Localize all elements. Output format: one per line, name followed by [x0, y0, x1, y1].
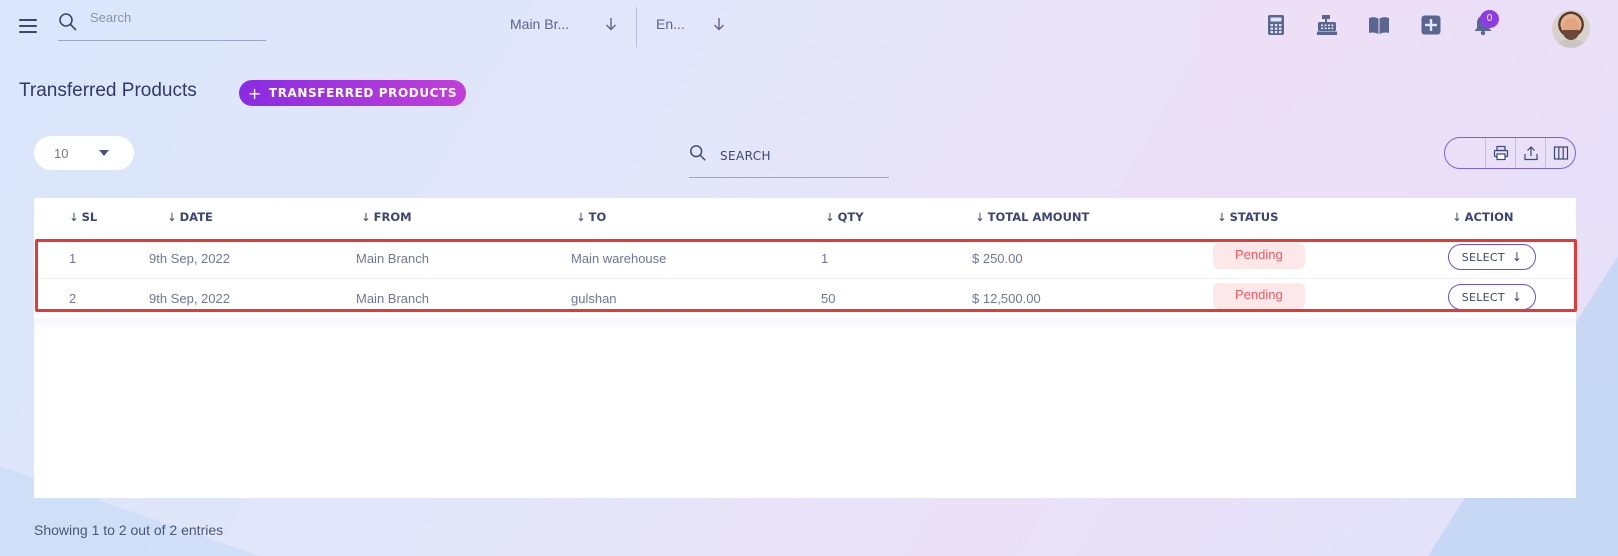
search-input[interactable] — [90, 10, 260, 25]
page-title: Transferred Products — [19, 80, 197, 101]
rows-per-page-value: 10 — [54, 146, 69, 161]
cell-sl: 2 — [69, 291, 77, 306]
branch-select[interactable]: Main Br... — [510, 16, 620, 40]
user-avatar[interactable] — [1552, 10, 1590, 48]
column-header-status[interactable]: ↓ STATUS — [1217, 210, 1278, 224]
caret-down-icon — [99, 150, 109, 156]
print-button[interactable] — [1485, 138, 1515, 168]
cell-from: Main Branch — [356, 291, 429, 306]
top-bar: Main Br... En... 0 — [0, 0, 1618, 54]
divider — [636, 7, 637, 47]
table-search-input[interactable] — [720, 149, 880, 163]
export-icon — [1523, 146, 1538, 161]
status-badge: Pending — [1213, 283, 1305, 309]
column-header-total-amount[interactable]: ↓ TOTAL AMOUNT — [975, 210, 1089, 224]
table-header: ↓ SL ↓ DATE ↓ FROM ↓ TO ↓ QTY ↓ TOTAL AMOUNT ↓… — [34, 198, 1576, 236]
table-tools — [1444, 137, 1576, 169]
cell-date: 9th Sep, 2022 — [149, 291, 230, 306]
rows-per-page-select[interactable]: 10 — [34, 136, 134, 170]
arrow-down-icon — [606, 18, 616, 31]
cell-sl: 1 — [69, 251, 77, 266]
arrow-down-icon: ↓ — [1511, 250, 1523, 264]
book-icon[interactable] — [1368, 14, 1390, 36]
transferred-products-table: ↓ SL ↓ DATE ↓ FROM ↓ TO ↓ QTY ↓ TOTAL AMOUNT ↓… — [34, 198, 1576, 498]
print-icon — [1493, 145, 1508, 161]
columns-button[interactable] — [1545, 138, 1575, 168]
add-transferred-products-button[interactable]: + TRANSFERRED PRODUCTS — [239, 80, 466, 106]
plus-icon: + — [247, 83, 262, 103]
column-header-from[interactable]: ↓ FROM — [361, 210, 412, 224]
column-header-date[interactable]: ↓ DATE — [167, 210, 213, 224]
search-icon — [59, 13, 77, 31]
column-header-action[interactable]: ↓ ACTION — [1452, 210, 1514, 224]
column-header-to[interactable]: ↓ TO — [576, 210, 606, 224]
add-button-label: TRANSFERRED PRODUCTS — [268, 86, 458, 100]
select-button-label: SELECT — [1461, 290, 1505, 304]
status-badge: Pending — [1213, 243, 1305, 269]
language-select[interactable]: En... — [656, 16, 736, 40]
table-row: 2 9th Sep, 2022 Main Branch gulshan 50 $… — [34, 279, 1576, 319]
cell-total-amount: $ 12,500.00 — [972, 291, 1041, 306]
hamburger-menu-icon[interactable] — [19, 19, 37, 33]
global-search — [58, 8, 266, 41]
branch-select-value: Main Br... — [510, 16, 570, 32]
table-body-divider — [34, 318, 1576, 332]
select-button-label: SELECT — [1461, 250, 1505, 264]
plus-square-icon[interactable] — [1420, 14, 1442, 36]
export-button[interactable] — [1515, 138, 1545, 168]
pagination-info: Showing 1 to 2 out of 2 entries — [34, 522, 224, 538]
notification-count-badge: 0 — [1480, 10, 1499, 28]
cell-to: Main warehouse — [571, 251, 667, 266]
cash-register-icon[interactable] — [1316, 14, 1338, 36]
cell-qty: 1 — [821, 251, 829, 266]
columns-icon — [1553, 146, 1568, 160]
cell-qty: 50 — [821, 291, 836, 306]
arrow-down-icon: ↓ — [1511, 290, 1523, 304]
row-action-select-button[interactable]: SELECT ↓ — [1448, 284, 1536, 310]
table-search — [689, 142, 889, 178]
cell-total-amount: $ 250.00 — [972, 251, 1023, 266]
cell-to: gulshan — [571, 291, 617, 306]
arrow-down-icon — [714, 18, 724, 31]
language-select-value: En... — [656, 16, 685, 32]
cell-from: Main Branch — [356, 251, 429, 266]
table-row: 1 9th Sep, 2022 Main Branch Main warehou… — [34, 239, 1576, 279]
column-header-qty[interactable]: ↓ QTY — [825, 210, 864, 224]
calculator-icon[interactable] — [1265, 14, 1287, 36]
cell-date: 9th Sep, 2022 — [149, 251, 230, 266]
row-action-select-button[interactable]: SELECT ↓ — [1448, 244, 1536, 270]
search-icon — [690, 145, 706, 161]
column-header-sl[interactable]: ↓ SL — [69, 210, 97, 224]
